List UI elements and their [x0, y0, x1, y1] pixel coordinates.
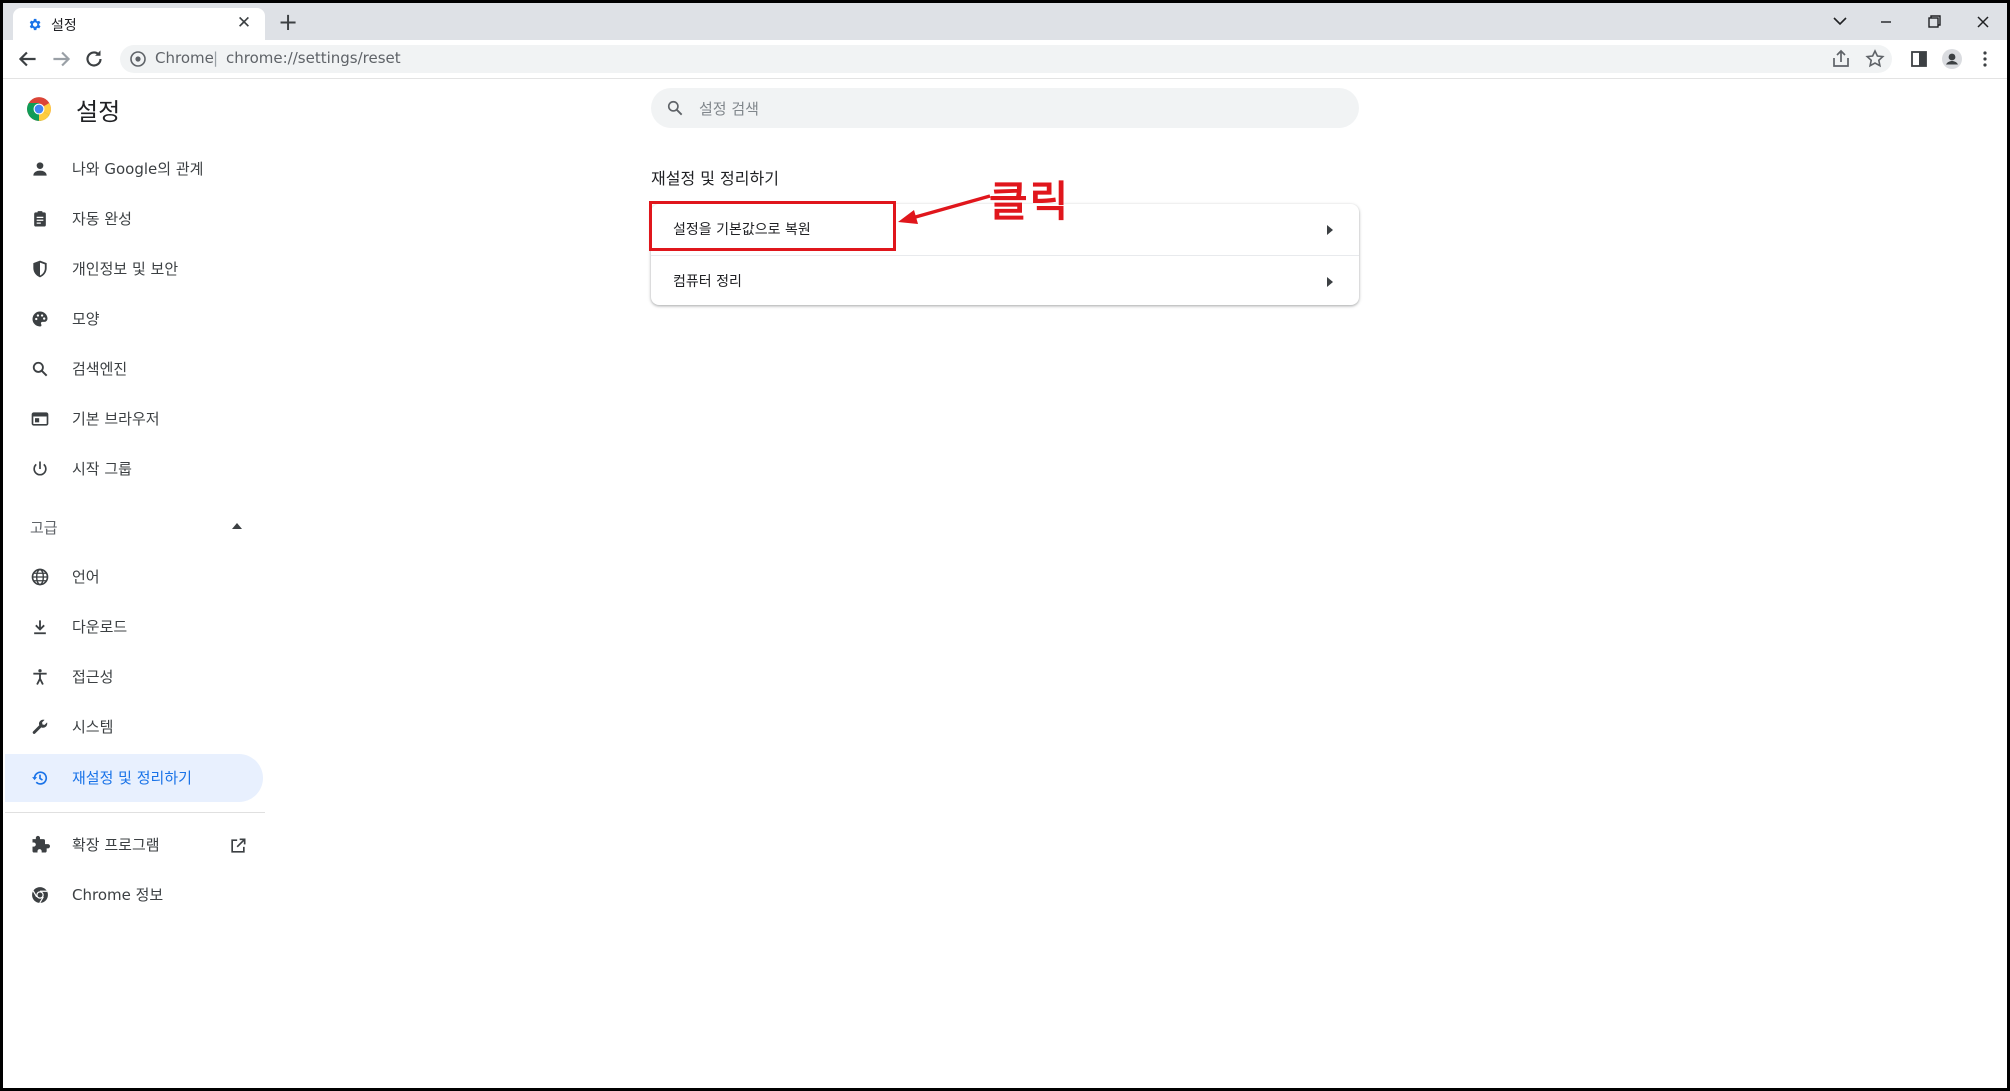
reload-icon[interactable] [81, 46, 107, 72]
side-panel-icon[interactable] [1907, 47, 1931, 71]
sidebar-item-extensions[interactable]: 확장 프로그램 [5, 821, 263, 869]
bookmark-star-icon[interactable] [1863, 47, 1887, 71]
gear-icon [29, 18, 41, 31]
sidebar-item-languages[interactable]: 언어 [5, 553, 263, 601]
clipboard-icon [34, 211, 46, 227]
tab-strip: 설정 ✕ + [3, 3, 2007, 40]
sidebar-item-about-chrome[interactable]: Chrome 정보 [5, 871, 263, 919]
sidebar-item-on-startup[interactable]: 시작 그룹 [5, 445, 263, 493]
sidebar-item-label: 기본 브라우저 [72, 410, 160, 428]
sidebar-item-label: 접근성 [72, 668, 114, 686]
sidebar-item-label: 시스템 [72, 718, 114, 736]
sidebar-item-default-browser[interactable]: 기본 브라우저 [5, 395, 263, 443]
profile-avatar-icon[interactable] [1940, 47, 1964, 71]
sidebar-item-label: 검색엔진 [72, 360, 128, 378]
toolbar: Chrome | chrome://settings/reset [3, 40, 2007, 79]
settings-search-input[interactable] [697, 88, 1341, 130]
sidebar-item-label: 나와 Google의 관계 [72, 160, 204, 178]
omnibox-chip: Chrome [155, 49, 214, 67]
cleanup-computer-row[interactable]: 컴퓨터 정리 [651, 256, 1359, 306]
sidebar-item-system[interactable]: 시스템 [5, 703, 263, 751]
annotation-arrow-icon [898, 194, 991, 224]
power-icon [33, 461, 47, 476]
address-bar[interactable]: Chrome | chrome://settings/reset [120, 45, 1892, 73]
advanced-section-label[interactable]: 고급 [30, 517, 58, 538]
url-text[interactable]: chrome://settings/reset [226, 49, 401, 67]
tab-close-icon[interactable]: ✕ [233, 12, 255, 34]
forward-icon[interactable] [48, 46, 74, 72]
caret-up-icon[interactable] [232, 523, 242, 529]
new-tab-button[interactable]: + [275, 10, 301, 36]
screenshot-border [0, 0, 2010, 1091]
chrome-outline-icon [32, 887, 48, 904]
sidebar-item-label: Chrome 정보 [72, 886, 164, 904]
sidebar-item-label: 자동 완성 [72, 210, 132, 228]
sidebar-item-accessibility[interactable]: 접근성 [5, 653, 263, 701]
sidebar-item-label: 확장 프로그램 [72, 836, 160, 854]
tab-settings[interactable]: 설정 ✕ [13, 8, 265, 40]
omnibox-separator: | [213, 49, 219, 67]
wrench-icon [32, 719, 48, 734]
section-title: 재설정 및 정리하기 [651, 169, 779, 188]
sidebar-item-label: 재설정 및 정리하기 [72, 769, 192, 787]
arrow-right-icon [1327, 277, 1333, 287]
sidebar-item-reset-cleanup[interactable]: 재설정 및 정리하기 [5, 754, 263, 802]
palette-icon [32, 311, 48, 327]
open-in-new-icon[interactable] [228, 836, 248, 856]
back-icon[interactable] [15, 46, 41, 72]
close-window-icon[interactable] [1963, 9, 2003, 35]
download-icon [34, 620, 46, 635]
accessibility-icon [33, 669, 47, 685]
chrome-logo-icon [27, 97, 51, 121]
sidebar-item-downloads[interactable]: 다운로드 [5, 603, 263, 651]
search-icon [667, 100, 683, 116]
sidebar-item-search-engine[interactable]: 검색엔진 [5, 345, 263, 393]
sidebar-item-label: 언어 [72, 568, 100, 586]
shield-icon [33, 260, 47, 278]
restore-icon [32, 771, 48, 785]
sidebar-item-label: 모양 [72, 310, 100, 328]
sidebar-item-autofill[interactable]: 자동 완성 [5, 195, 263, 243]
sidebar-item-label: 개인정보 및 보안 [72, 260, 179, 278]
puzzle-icon [32, 835, 50, 853]
sidebar-item-appearance[interactable]: 모양 [5, 295, 263, 343]
tab-title: 설정 [51, 18, 77, 34]
globe-icon [31, 568, 49, 586]
sidebar-item-privacy-security[interactable]: 개인정보 및 보안 [5, 245, 263, 293]
menu-kebab-icon[interactable] [1973, 47, 1997, 71]
annotation-click-label: 클릭 [989, 177, 1071, 226]
minimize-icon[interactable] [1866, 9, 1906, 35]
share-icon[interactable] [1829, 47, 1853, 71]
search-icon [32, 361, 48, 377]
sidebar-item-label: 다운로드 [72, 618, 128, 636]
chrome-site-icon [130, 51, 146, 67]
settings-search-field[interactable] [651, 88, 1359, 130]
arrow-right-icon [1327, 225, 1333, 235]
browser-window-icon [31, 412, 49, 426]
person-icon [33, 162, 47, 176]
sidebar-item-label: 시작 그룹 [72, 460, 132, 478]
annotation-highlight-box [649, 201, 896, 251]
sidebar-item-you-and-google[interactable]: 나와 Google의 관계 [5, 145, 263, 193]
tab-search-icon[interactable] [1820, 9, 1860, 35]
settings-title: 설정 [76, 98, 121, 126]
cleanup-computer-label: 컴퓨터 정리 [673, 274, 742, 290]
restore-window-icon[interactable] [1914, 9, 1954, 35]
sidebar-divider [5, 812, 265, 813]
